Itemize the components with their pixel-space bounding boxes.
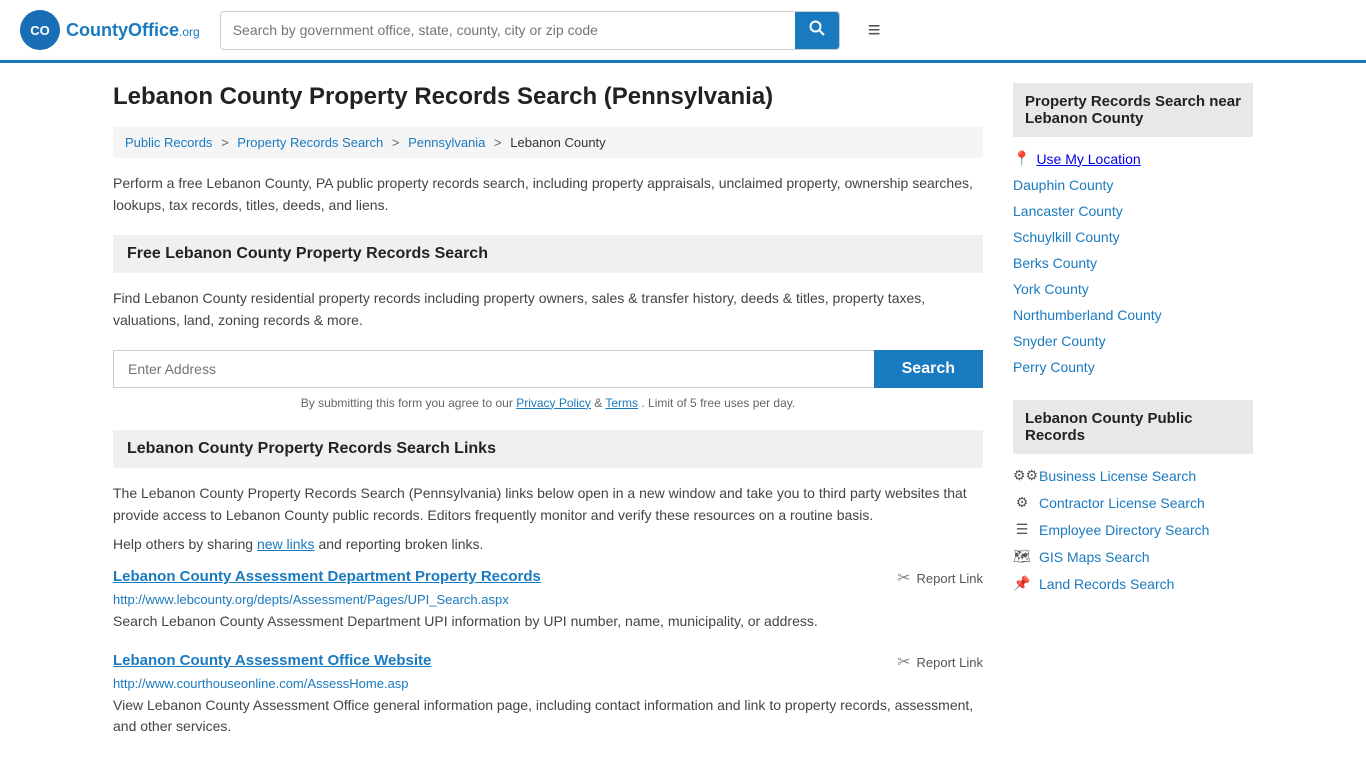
nearby-counties-header: Property Records Search near Lebanon Cou… bbox=[1013, 83, 1253, 137]
nearby-counties-list: Dauphin County Lancaster County Schuylki… bbox=[1013, 172, 1253, 380]
report-link-label: Report Link bbox=[917, 571, 983, 586]
record-description: Search Lebanon County Assessment Departm… bbox=[113, 611, 983, 632]
report-icon: ✂ bbox=[897, 652, 910, 672]
free-search-description: Find Lebanon County residential property… bbox=[113, 287, 983, 332]
list-item: Schuylkill County bbox=[1013, 224, 1253, 250]
record-title-link[interactable]: Lebanon County Assessment Department Pro… bbox=[113, 568, 541, 585]
list-item: Perry County bbox=[1013, 354, 1253, 380]
record-url: http://www.courthouseonline.com/AssessHo… bbox=[113, 676, 983, 691]
privacy-policy-link[interactable]: Privacy Policy bbox=[516, 396, 591, 410]
public-records-header: Lebanon County Public Records bbox=[1013, 400, 1253, 454]
county-link[interactable]: Schuylkill County bbox=[1013, 229, 1120, 245]
gear-icon: ⚙ bbox=[1013, 494, 1031, 511]
svg-text:CO: CO bbox=[30, 23, 50, 38]
record-title-link[interactable]: Lebanon County Assessment Office Website bbox=[113, 652, 431, 669]
breadcrumb-pennsylvania[interactable]: Pennsylvania bbox=[408, 135, 485, 150]
report-icon: ✂ bbox=[897, 568, 910, 588]
pin-icon: 📌 bbox=[1013, 575, 1031, 592]
public-records-list: ⚙⚙ Business License Search ⚙ Contractor … bbox=[1013, 462, 1253, 597]
search-submit-button[interactable]: Search bbox=[874, 350, 983, 388]
global-search-button[interactable] bbox=[795, 12, 839, 49]
links-section: Lebanon County Property Records Search L… bbox=[113, 430, 983, 738]
content-area: Lebanon County Property Records Search (… bbox=[113, 83, 983, 757]
share-line: Help others by sharing new links and rep… bbox=[113, 536, 983, 552]
list-icon: ☰ bbox=[1013, 521, 1031, 538]
list-item: Berks County bbox=[1013, 250, 1253, 276]
breadcrumb: Public Records > Property Records Search… bbox=[113, 127, 983, 158]
county-link[interactable]: Perry County bbox=[1013, 359, 1095, 375]
map-icon: 🗺 bbox=[1013, 548, 1031, 565]
global-search-bar bbox=[220, 11, 840, 50]
county-link[interactable]: York County bbox=[1013, 281, 1089, 297]
links-description: The Lebanon County Property Records Sear… bbox=[113, 482, 983, 527]
list-item: ⚙ Contractor License Search bbox=[1013, 489, 1253, 516]
links-section-header: Lebanon County Property Records Search L… bbox=[113, 430, 983, 468]
breadcrumb-current: Lebanon County bbox=[510, 135, 605, 150]
gear-icon: ⚙⚙ bbox=[1013, 467, 1031, 484]
record-item: Lebanon County Assessment Department Pro… bbox=[113, 568, 983, 632]
list-item: ⚙⚙ Business License Search bbox=[1013, 462, 1253, 489]
record-item: Lebanon County Assessment Office Website… bbox=[113, 652, 983, 737]
list-item: York County bbox=[1013, 276, 1253, 302]
logo-text: CountyOffice.org bbox=[66, 20, 200, 41]
search-input-row: Search bbox=[113, 350, 983, 388]
public-records-section: Lebanon County Public Records ⚙⚙ Busines… bbox=[1013, 400, 1253, 597]
logo-link[interactable]: CO CountyOffice.org bbox=[20, 10, 200, 50]
free-search-header: Free Lebanon County Property Records Sea… bbox=[113, 235, 983, 273]
list-item: ☰ Employee Directory Search bbox=[1013, 516, 1253, 543]
form-note: By submitting this form you agree to our… bbox=[113, 396, 983, 410]
nearby-counties-section: Property Records Search near Lebanon Cou… bbox=[1013, 83, 1253, 380]
page-description: Perform a free Lebanon County, PA public… bbox=[113, 172, 983, 217]
breadcrumb-property-records-search[interactable]: Property Records Search bbox=[237, 135, 383, 150]
main-container: Lebanon County Property Records Search (… bbox=[83, 63, 1283, 777]
global-search-input[interactable] bbox=[221, 14, 795, 46]
county-link[interactable]: Lancaster County bbox=[1013, 203, 1123, 219]
terms-link[interactable]: Terms bbox=[605, 396, 638, 410]
breadcrumb-public-records[interactable]: Public Records bbox=[125, 135, 212, 150]
record-item-header: Lebanon County Assessment Office Website… bbox=[113, 652, 983, 672]
record-url: http://www.lebcounty.org/depts/Assessmen… bbox=[113, 592, 983, 607]
list-item: Northumberland County bbox=[1013, 302, 1253, 328]
county-link[interactable]: Snyder County bbox=[1013, 333, 1106, 349]
report-link-button[interactable]: ✂ Report Link bbox=[897, 652, 983, 672]
report-link-button[interactable]: ✂ Report Link bbox=[897, 568, 983, 588]
county-link[interactable]: Berks County bbox=[1013, 255, 1097, 271]
public-records-link[interactable]: Land Records Search bbox=[1039, 576, 1174, 592]
page-title: Lebanon County Property Records Search (… bbox=[113, 83, 983, 111]
list-item: Dauphin County bbox=[1013, 172, 1253, 198]
county-link[interactable]: Northumberland County bbox=[1013, 307, 1162, 323]
new-links-link[interactable]: new links bbox=[257, 536, 315, 552]
use-my-location-item: 📍 Use My Location bbox=[1013, 145, 1253, 172]
public-records-link[interactable]: Employee Directory Search bbox=[1039, 522, 1209, 538]
use-my-location-link[interactable]: Use My Location bbox=[1036, 151, 1140, 167]
location-dot-icon: 📍 bbox=[1013, 150, 1030, 167]
header: CO CountyOffice.org ≡ bbox=[0, 0, 1366, 63]
list-item: 📌 Land Records Search bbox=[1013, 570, 1253, 597]
address-search-form: Search By submitting this form you agree… bbox=[113, 350, 983, 410]
list-item: Lancaster County bbox=[1013, 198, 1253, 224]
public-records-link[interactable]: Contractor License Search bbox=[1039, 495, 1205, 511]
public-records-link[interactable]: GIS Maps Search bbox=[1039, 549, 1150, 565]
logo-icon: CO bbox=[20, 10, 60, 50]
county-link[interactable]: Dauphin County bbox=[1013, 177, 1113, 193]
hamburger-menu-button[interactable]: ≡ bbox=[860, 13, 889, 47]
list-item: Snyder County bbox=[1013, 328, 1253, 354]
address-input[interactable] bbox=[113, 350, 874, 388]
record-item-header: Lebanon County Assessment Department Pro… bbox=[113, 568, 983, 588]
report-link-label: Report Link bbox=[917, 655, 983, 670]
list-item: 🗺 GIS Maps Search bbox=[1013, 543, 1253, 570]
record-description: View Lebanon County Assessment Office ge… bbox=[113, 695, 983, 737]
public-records-link[interactable]: Business License Search bbox=[1039, 468, 1196, 484]
sidebar: Property Records Search near Lebanon Cou… bbox=[1013, 83, 1253, 757]
